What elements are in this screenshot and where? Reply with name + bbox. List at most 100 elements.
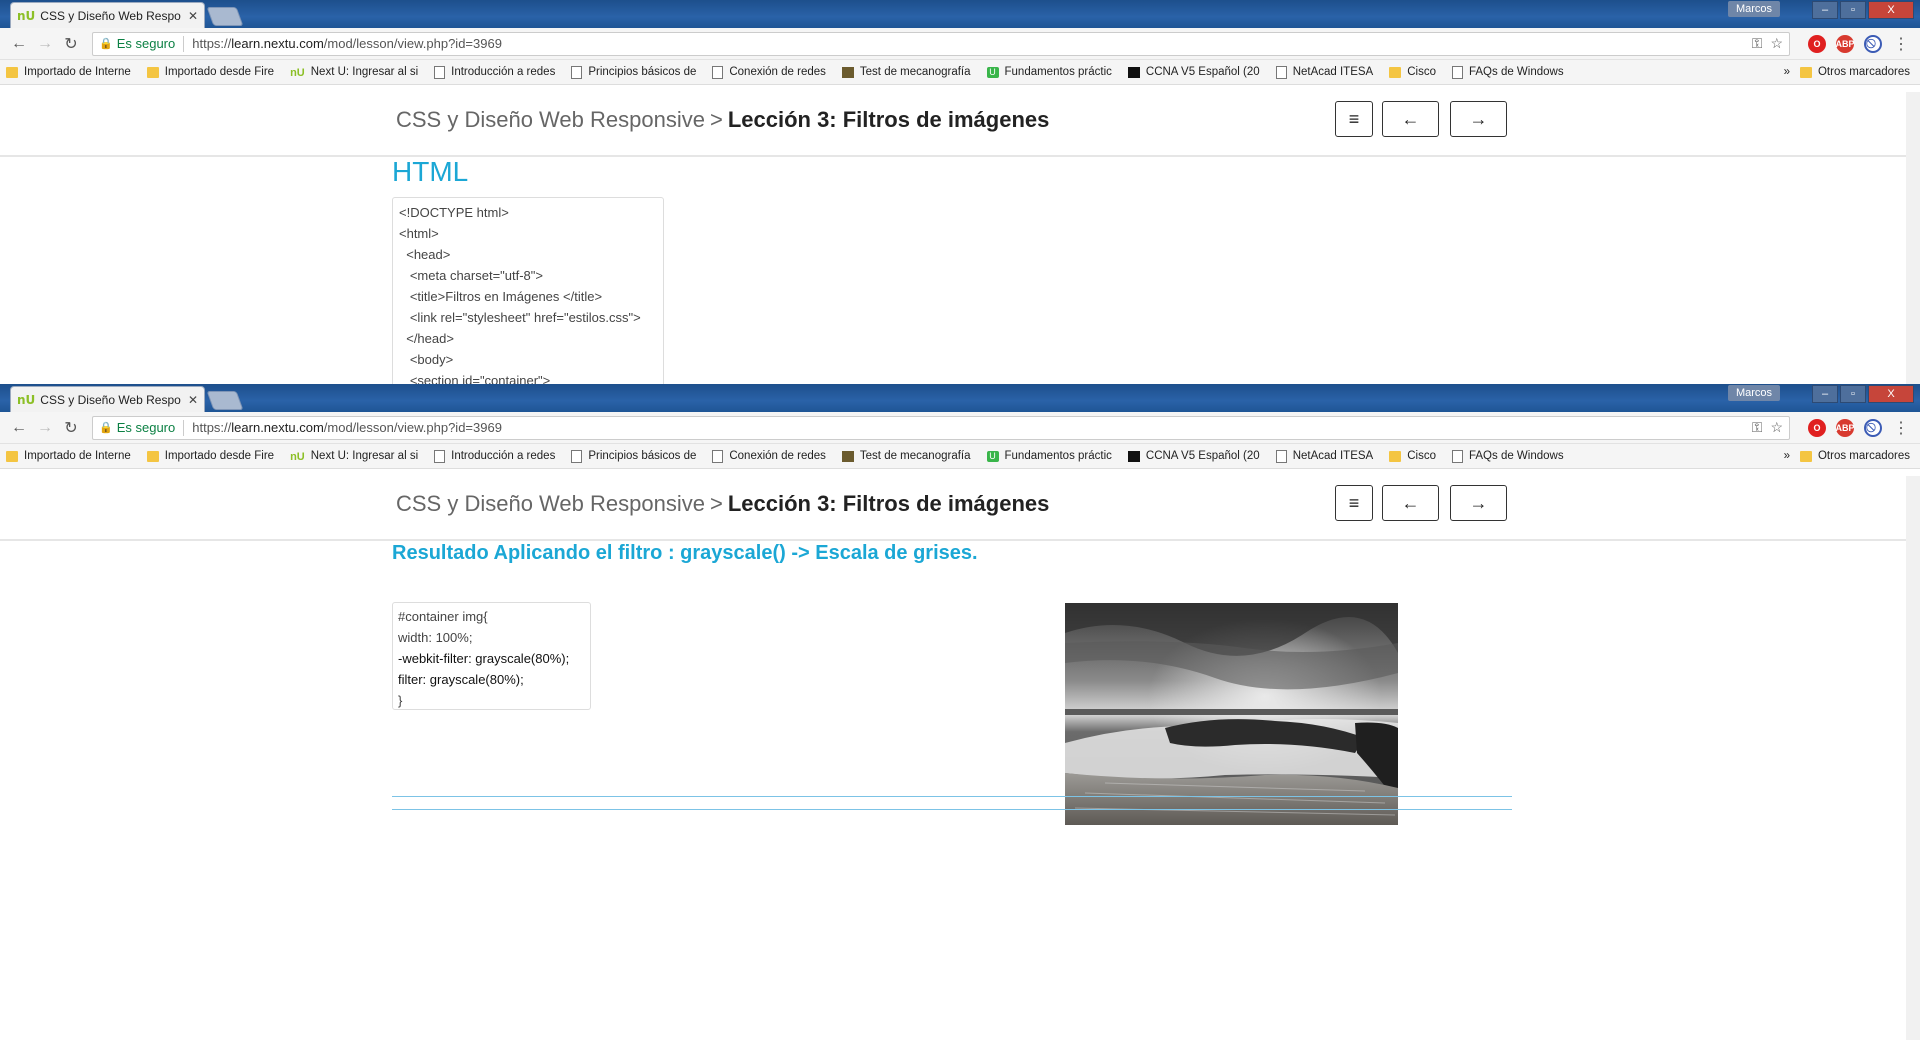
bookmark-item[interactable]: Importado desde Fire	[146, 450, 275, 462]
tab-close-icon[interactable]: ✕	[188, 393, 198, 407]
code-line: -webkit-filter: grayscale(80%);	[398, 651, 570, 666]
reload-icon[interactable]: ↻	[58, 418, 84, 438]
bookmark-item[interactable]: NetAcad ITESA	[1275, 449, 1373, 463]
star-icon[interactable]: ☆	[1770, 35, 1783, 52]
bookmark-label: Cisco	[1407, 450, 1436, 462]
address-bar[interactable]: 🔒 Es seguro https://learn.nextu.com/mod/…	[92, 415, 1790, 440]
code-line: width: 100%;	[398, 630, 473, 645]
bookmark-item[interactable]: NetAcad ITESA	[1275, 65, 1373, 79]
url-path: /mod/lesson/view.php?id=3969	[323, 420, 502, 435]
opera-icon[interactable]: O	[1808, 34, 1826, 53]
page-icon	[571, 449, 583, 463]
bookmark-item[interactable]: Importado desde Fire	[146, 66, 274, 78]
bookmark-item[interactable]: Cisco	[1389, 66, 1436, 78]
minimize-button[interactable]: –	[1812, 1, 1838, 19]
bookmark-item[interactable]: Principios básicos de	[571, 65, 696, 79]
tab-close-icon[interactable]: ✕	[188, 9, 198, 23]
user-profile-button[interactable]: Marcos	[1727, 385, 1780, 401]
bookmark-item[interactable]: Test de mecanografía	[841, 66, 971, 78]
bookmark-item[interactable]: Principios básicos de	[571, 449, 696, 463]
breadcrumb: CSS y Diseño Web Responsive > Lección 3: F…	[396, 491, 1049, 517]
menu-button[interactable]: ≡	[1335, 101, 1373, 137]
title-bar: nU CSS y Diseño Web Respo ✕ Marcos – ▫ X	[0, 0, 1920, 28]
key-icon[interactable]: ⚿	[1752, 419, 1763, 436]
code-line: filter: grayscale(80%);	[398, 672, 524, 687]
udemy-icon: U	[986, 66, 999, 78]
bookmark-label: Introducción a redes	[451, 66, 556, 78]
page-icon	[434, 65, 446, 79]
folder-icon	[146, 66, 159, 78]
bookmark-label: Importado de Interne	[24, 450, 131, 462]
code-line: <title>Filtros en Imágenes </title>	[399, 289, 603, 304]
tab-title: CSS y Diseño Web Respo	[40, 392, 181, 407]
bookmark-label: Importado desde Fire	[164, 450, 275, 462]
page-icon	[1275, 449, 1287, 463]
bookmark-item[interactable]: Importado de Interne	[6, 66, 131, 78]
bookmark-item[interactable]: Test de mecanografía	[841, 450, 971, 462]
browser-tab[interactable]: nU CSS y Diseño Web Respo ✕	[10, 2, 205, 28]
menu-button[interactable]: ≡	[1335, 485, 1373, 521]
close-window-button[interactable]: X	[1868, 1, 1914, 19]
next-button[interactable]: →	[1450, 101, 1507, 137]
bookmark-item[interactable]: CCNA V5 Español (20	[1127, 66, 1260, 78]
new-tab-button[interactable]	[206, 7, 244, 26]
bookmarks-overflow-button[interactable]: »	[1784, 66, 1790, 78]
course-link[interactable]: CSS y Diseño Web Responsive	[396, 107, 705, 132]
bookmarks-bar: Importado de Interne Importado desde Fir…	[0, 60, 1920, 85]
forward-icon[interactable]: →	[32, 419, 58, 437]
bookmark-item[interactable]: CCNA V5 Español (20	[1127, 450, 1260, 462]
adblock-icon[interactable]: ABP	[1836, 34, 1855, 53]
address-bar[interactable]: 🔒 Es seguro https://learn.nextu.com/mod/…	[92, 31, 1790, 56]
menu-dots-icon[interactable]: ⋮	[1888, 34, 1914, 54]
window-controls: – ▫ X	[1812, 1, 1914, 19]
maximize-button[interactable]: ▫	[1840, 385, 1866, 403]
lesson-header: CSS y Diseño Web Responsive > Lección 3: F…	[0, 469, 1920, 541]
scrollbar[interactable]	[1906, 92, 1920, 384]
lesson-header: CSS y Diseño Web Responsive > Lección 3: F…	[0, 85, 1920, 157]
bookmarks-overflow-button[interactable]: »	[1784, 450, 1790, 462]
bookmarks-bar: Importado de Interne Importado desde Fir…	[0, 444, 1920, 469]
next-button[interactable]: →	[1450, 485, 1507, 521]
url-text[interactable]: https://learn.nextu.com/mod/lesson/view.…	[192, 36, 1744, 51]
scrollbar[interactable]	[1906, 476, 1920, 1040]
bookmark-item[interactable]: Introducción a redes	[434, 65, 556, 79]
bookmark-item[interactable]: nU Next U: Ingresar al si	[290, 66, 418, 79]
code-line: <body>	[399, 352, 454, 367]
previous-button[interactable]: ←	[1382, 101, 1439, 137]
reload-icon[interactable]: ↻	[58, 34, 84, 54]
bookmark-item[interactable]: FAQs de Windows	[1452, 449, 1564, 463]
close-window-button[interactable]: X	[1868, 385, 1914, 403]
previous-button[interactable]: ←	[1382, 485, 1439, 521]
back-icon[interactable]: ←	[6, 35, 32, 53]
url-text[interactable]: https://learn.nextu.com/mod/lesson/view.…	[192, 420, 1744, 435]
bookmark-item[interactable]: U Fundamentos práctic	[986, 66, 1112, 78]
url-host: learn.nextu.com	[231, 36, 324, 51]
bookmark-item[interactable]: Introducción a redes	[434, 449, 555, 463]
bookmark-item[interactable]: Importado de Interne	[6, 450, 131, 462]
block-icon[interactable]: ⃠	[1864, 34, 1882, 53]
menu-dots-icon[interactable]: ⋮	[1888, 418, 1914, 438]
bookmark-item[interactable]: FAQs de Windows	[1452, 65, 1564, 79]
divider-line	[392, 809, 1512, 810]
bookmark-item[interactable]: Conexión de redes	[712, 449, 826, 463]
new-tab-button[interactable]	[206, 391, 244, 410]
other-bookmarks[interactable]: Otros marcadores	[1799, 66, 1910, 78]
bookmark-item[interactable]: U Fundamentos práctic	[986, 450, 1112, 462]
bookmark-item[interactable]: nU Next U: Ingresar al si	[290, 450, 418, 463]
page-icon	[434, 449, 446, 463]
browser-tab[interactable]: nU CSS y Diseño Web Respo ✕	[10, 386, 205, 412]
adblock-icon[interactable]: ABP	[1836, 418, 1855, 437]
opera-icon[interactable]: O	[1808, 418, 1826, 437]
other-bookmarks[interactable]: Otros marcadores	[1799, 450, 1910, 462]
bookmark-item[interactable]: Conexión de redes	[712, 65, 826, 79]
minimize-button[interactable]: –	[1812, 385, 1838, 403]
star-icon[interactable]: ☆	[1770, 419, 1783, 436]
maximize-button[interactable]: ▫	[1840, 1, 1866, 19]
key-icon[interactable]: ⚿	[1752, 35, 1763, 52]
course-link[interactable]: CSS y Diseño Web Responsive	[396, 491, 705, 516]
bookmark-item[interactable]: Cisco	[1389, 450, 1436, 462]
back-icon[interactable]: ←	[6, 419, 32, 437]
block-icon[interactable]: ⃠	[1864, 418, 1882, 437]
user-profile-button[interactable]: Marcos	[1727, 1, 1780, 17]
forward-icon[interactable]: →	[32, 35, 58, 53]
